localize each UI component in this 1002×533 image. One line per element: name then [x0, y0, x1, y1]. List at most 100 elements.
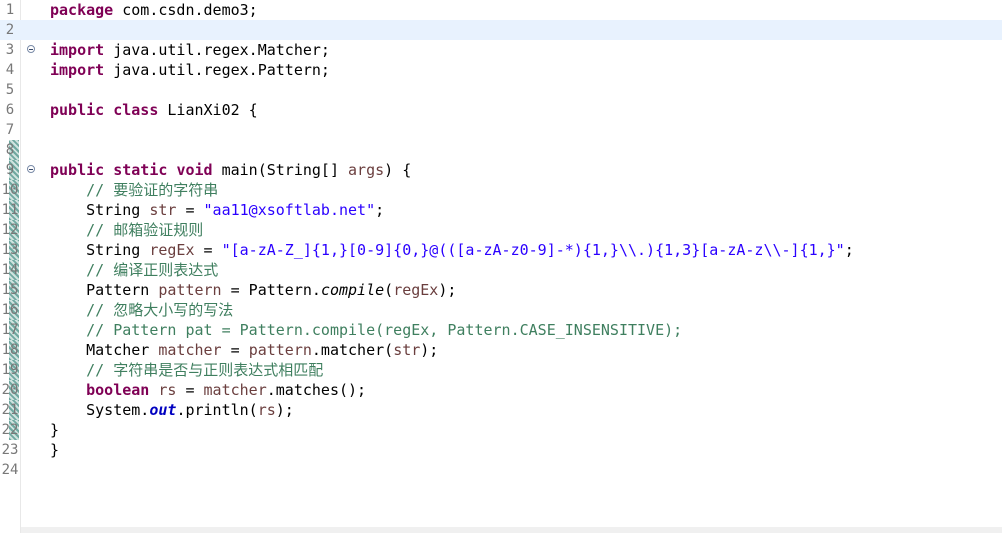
static-method: compile: [320, 281, 385, 299]
code-content[interactable]: import java.util.regex.Pattern;: [50, 60, 330, 80]
code-line[interactable]: 7: [0, 120, 1002, 140]
keyword: import: [50, 61, 105, 79]
code-content[interactable]: // 字符串是否与正则表达式相匹配: [50, 360, 323, 380]
code-content[interactable]: // 邮箱验证规则: [50, 220, 203, 240]
code-text: );: [438, 281, 457, 299]
comment: // 编译正则表达式: [86, 261, 219, 279]
code-content[interactable]: public class LianXi02 {: [50, 100, 258, 120]
code-content[interactable]: String regEx = "[a-zA-Z_]{1,}[0-9]{0,}@(…: [50, 240, 854, 260]
code-line[interactable]: 11 String str = "aa11@xsoftlab.net";: [0, 200, 1002, 220]
code-line[interactable]: 19 // 字符串是否与正则表达式相匹配: [0, 360, 1002, 380]
line-number: 2: [5, 22, 15, 38]
fold-collapse-icon[interactable]: [27, 165, 35, 173]
code-line[interactable]: 22}: [0, 420, 1002, 440]
code-text: .println(: [176, 401, 258, 419]
line-number: 12: [1, 222, 19, 238]
code-content[interactable]: public static void main(String[] args) {: [50, 160, 411, 180]
code-content[interactable]: package com.csdn.demo3;: [50, 0, 258, 20]
code-line[interactable]: 16 // 忽略大小写的写法: [0, 300, 1002, 320]
code-text: String: [50, 241, 150, 259]
code-editor[interactable]: 1 package com.csdn.demo3; 2 3 import java.ut…: [0, 0, 1002, 533]
keyword: void: [176, 161, 213, 179]
variable: regEx: [149, 241, 195, 259]
line-number: 4: [5, 62, 15, 78]
code-line[interactable]: 5: [0, 80, 1002, 100]
string-literal: "[a-zA-Z_]{1,}[0-9]{0,}@(([a-zA-z0-9]-*)…: [221, 241, 845, 259]
code-line[interactable]: 1 package com.csdn.demo3;: [0, 0, 1002, 20]
code-text: LianXi02 {: [158, 101, 258, 119]
variable: str: [149, 201, 177, 219]
code-line[interactable]: 13 String regEx = "[a-zA-Z_]{1,}[0-9]{0,…: [0, 240, 1002, 260]
code-content[interactable]: }: [50, 420, 59, 440]
line-number: 3: [5, 42, 15, 58]
code-line[interactable]: 4 import java.util.regex.Pattern;: [0, 60, 1002, 80]
code-content[interactable]: // 编译正则表达式: [50, 260, 218, 280]
horizontal-scrollbar[interactable]: [21, 527, 1002, 533]
code-line[interactable]: 20 boolean rs = matcher.matches();: [0, 380, 1002, 400]
code-text: System.: [50, 401, 150, 419]
variable: rs: [158, 381, 177, 399]
line-number: 7: [5, 122, 15, 138]
code-line[interactable]: 8: [0, 140, 1002, 160]
code-text: ;: [844, 241, 854, 259]
code-content[interactable]: boolean rs = matcher.matches();: [50, 380, 366, 400]
code-line[interactable]: 21 System.out.println(rs);: [0, 400, 1002, 420]
code-line[interactable]: 24: [0, 460, 1002, 480]
comment: // 忽略大小写的写法: [86, 301, 234, 319]
code-content[interactable]: System.out.println(rs);: [50, 400, 294, 420]
code-content[interactable]: Matcher matcher = pattern.matcher(str);: [50, 340, 438, 360]
keyword: static: [113, 161, 168, 179]
line-number: 20: [1, 382, 19, 398]
line-number: 10: [1, 182, 19, 198]
code-text: );: [275, 401, 294, 419]
code-content[interactable]: import java.util.regex.Matcher;: [50, 40, 330, 60]
code-content[interactable]: // 忽略大小写的写法: [50, 300, 233, 320]
line-number: 24: [1, 462, 19, 478]
line-number: 19: [1, 362, 19, 378]
code-line[interactable]: 6 public class LianXi02 {: [0, 100, 1002, 120]
code-content[interactable]: // Pattern pat = Pattern.compile(regEx, …: [50, 320, 682, 340]
code-text: =: [221, 341, 249, 359]
code-line[interactable]: 10 // 要验证的字符串: [0, 180, 1002, 200]
code-content[interactable]: }: [50, 440, 59, 460]
code-text: ;: [375, 201, 385, 219]
code-content[interactable]: Pattern pattern = Pattern.compile(regEx)…: [50, 280, 456, 300]
code-text: }: [50, 441, 60, 459]
code-text: (: [384, 281, 394, 299]
code-text: java.util.regex.Pattern;: [104, 61, 330, 79]
code-line[interactable]: 3 import java.util.regex.Matcher;: [0, 40, 1002, 60]
code-line[interactable]: 17 // Pattern pat = Pattern.compile(regE…: [0, 320, 1002, 340]
code-line[interactable]: 12 // 邮箱验证规则: [0, 220, 1002, 240]
code-content[interactable]: // 要验证的字符串: [50, 180, 218, 200]
line-number: 16: [1, 302, 19, 318]
keyword: boolean: [86, 381, 150, 399]
line-number: 5: [5, 82, 15, 98]
code-line[interactable]: 18 Matcher matcher = pattern.matcher(str…: [0, 340, 1002, 360]
keyword: import: [50, 41, 105, 59]
code-line[interactable]: 9 public static void main(String[] args) …: [0, 160, 1002, 180]
line-number: 13: [1, 242, 19, 258]
code-text: Matcher: [50, 341, 159, 359]
keyword: public: [50, 101, 105, 119]
code-line[interactable]: 23}: [0, 440, 1002, 460]
code-content[interactable]: String str = "aa11@xsoftlab.net";: [50, 200, 384, 220]
code-lines[interactable]: 1 package com.csdn.demo3; 2 3 import java.ut…: [0, 0, 1002, 480]
code-line[interactable]: 2: [0, 20, 1002, 40]
code-text: java.util.regex.Matcher;: [104, 41, 330, 59]
line-number: 15: [1, 282, 19, 298]
keyword: class: [113, 101, 159, 119]
fold-collapse-icon[interactable]: [27, 45, 35, 53]
line-number: 8: [5, 142, 15, 158]
code-line[interactable]: 14 // 编译正则表达式: [0, 260, 1002, 280]
line-number: 23: [1, 442, 19, 458]
code-line[interactable]: 15 Pattern pattern = Pattern.compile(reg…: [0, 280, 1002, 300]
code-text: );: [420, 341, 439, 359]
code-text: main(String[]: [212, 161, 349, 179]
